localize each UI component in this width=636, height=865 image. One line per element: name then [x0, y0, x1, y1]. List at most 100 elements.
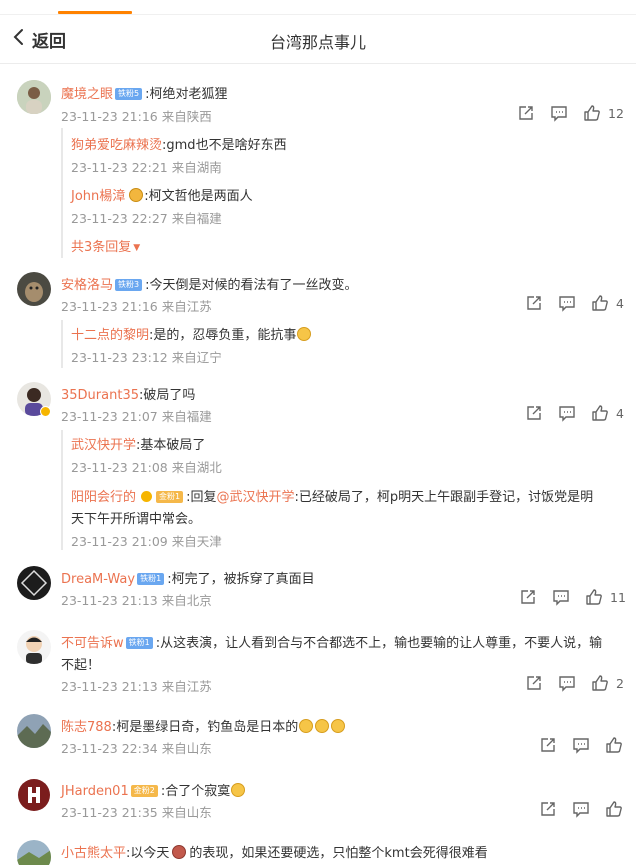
reply-username[interactable]: 武汉快开学: [71, 438, 136, 453]
comment-text: :柯是墨绿日奇，钓鱼岛是日本的: [111, 720, 299, 735]
share-icon[interactable]: [519, 588, 537, 606]
reply-text: :是的，忍辱负重，能抗事: [149, 328, 297, 343]
verified-icon: [40, 406, 51, 417]
comment-username[interactable]: 魔境之眼: [61, 87, 113, 102]
avatar[interactable]: [17, 566, 51, 600]
comment-icon[interactable]: [558, 674, 576, 692]
like-icon[interactable]: [591, 294, 609, 312]
comment-text: :今天倒是对候的看法有了一丝改变。: [145, 278, 358, 293]
reply-text: :已经破局了，柯p明天上午跟副手登记，讨饭党是明: [294, 490, 594, 505]
page-title: 台湾那点事儿: [269, 33, 366, 52]
reply-item: 十二点的黎明:是的，忍辱负重，能抗事: [71, 324, 312, 343]
crown-emoji-icon: [129, 188, 144, 202]
fan-badge: 铁粉3: [115, 279, 143, 291]
share-icon[interactable]: [539, 736, 557, 754]
comment-text: :以今天: [126, 846, 170, 861]
comment-username[interactable]: JHarden01: [61, 784, 129, 799]
avatar[interactable]: [17, 778, 51, 812]
avatar[interactable]: [17, 630, 51, 664]
comment-meta: 23-11-23 21:13 来自北京: [61, 593, 212, 608]
like-icon[interactable]: [583, 104, 601, 122]
fan-badge: 铁粉5: [115, 88, 143, 100]
more-replies-link[interactable]: 共3条回复 ▼: [71, 236, 140, 255]
reply-username[interactable]: 狗弟爱吃麻辣烫: [71, 138, 162, 153]
like-icon[interactable]: [591, 674, 609, 692]
share-icon[interactable]: [517, 104, 535, 122]
comment-meta: 23-11-23 21:07 来自福建: [61, 409, 212, 424]
avatar[interactable]: [17, 714, 51, 748]
reply-text-line2: 天下午开所谓中常会。: [71, 512, 202, 527]
laugh-emoji-icon: [331, 719, 346, 733]
laugh-emoji-icon: [299, 719, 314, 733]
like-count: 4: [616, 295, 624, 311]
reply-username[interactable]: 阳阳会行的: [71, 490, 136, 505]
reply-meta: 23-11-23 22:21 来自湖南: [71, 160, 222, 175]
like-icon[interactable]: [591, 404, 609, 422]
comment-icon[interactable]: [572, 800, 590, 818]
mention-link[interactable]: @武汉快开学: [217, 490, 295, 505]
reply-text: :gmd也不是啥好东西: [162, 138, 287, 153]
avatar[interactable]: [17, 80, 51, 114]
laugh-emoji-icon: [231, 783, 246, 797]
reply-item: 武汉快开学:基本破局了: [71, 434, 205, 453]
comment-meta: 23-11-23 21:16 来自陕西: [61, 109, 212, 124]
comment-icon[interactable]: [550, 104, 568, 122]
share-icon[interactable]: [525, 674, 543, 692]
reply-meta: 23-11-23 21:09 来自天津: [71, 534, 222, 549]
reply-item: 阳阳会行的 金粉1:回复@武汉快开学:已经破局了，柯p明天上午跟副手登记，讨饭党是…: [71, 486, 593, 505]
like-count: 11: [610, 589, 626, 605]
reply-username[interactable]: John楊漳: [71, 189, 125, 204]
reply-divider: [61, 128, 63, 258]
reply-item: 狗弟爱吃麻辣烫:gmd也不是啥好东西: [71, 134, 287, 153]
reply-prefix: :回复: [186, 490, 217, 505]
like-count: 12: [608, 105, 624, 121]
comment-meta: 23-11-23 21:35 来自山东: [61, 805, 212, 820]
comment-username[interactable]: 35Durant35: [61, 388, 139, 403]
comment-text-cont: 的表现，如果还要硬选，只怕整个kmt会死得很难看: [189, 846, 488, 861]
comment-text: :从这表演，让人看到合与不合都选不上，输也要输的让人尊重，不要人说，输: [155, 636, 603, 651]
laugh-emoji-icon: [315, 719, 330, 733]
share-icon[interactable]: [525, 294, 543, 312]
reply-meta: 23-11-23 23:12 来自辽宁: [71, 350, 222, 365]
share-icon[interactable]: [525, 404, 543, 422]
comment-username[interactable]: DreaM-Way: [61, 572, 135, 587]
fan-badge: 金粉2: [130, 785, 158, 797]
like-icon[interactable]: [605, 800, 623, 818]
avatar[interactable]: [17, 840, 51, 865]
share-icon[interactable]: [539, 800, 557, 818]
nav-header: 返回 台湾那点事儿: [0, 14, 636, 64]
comment-username[interactable]: 陈志788: [61, 720, 112, 735]
reply-text-continued: 天下午开所谓中常会。: [71, 508, 201, 527]
top-tab-strip: [0, 0, 636, 14]
fan-badge: 铁粉1: [137, 573, 165, 585]
more-replies-label: 共3条回复: [71, 240, 132, 255]
avatar[interactable]: [17, 272, 51, 306]
comment-text: :破局了吗: [138, 388, 196, 403]
comment-username[interactable]: 小古熊太平: [61, 846, 126, 861]
comment-icon[interactable]: [552, 588, 570, 606]
reply-meta: 23-11-23 22:27 来自福建: [71, 211, 222, 226]
reply-username[interactable]: 十二点的黎明: [71, 328, 149, 343]
pig-emoji-icon: [172, 845, 187, 859]
like-count: 2: [616, 675, 624, 691]
reply-divider: [61, 320, 63, 368]
caret-down-icon: ▼: [133, 243, 141, 253]
verified-icon: [141, 491, 153, 502]
fan-badge: 铁粉1: [125, 637, 153, 649]
like-icon[interactable]: [605, 736, 623, 754]
comment-meta: 23-11-23 21:13 来自江苏: [61, 679, 212, 694]
comment-icon[interactable]: [558, 294, 576, 312]
reply-text: :基本破局了: [136, 438, 206, 453]
reply-text: :柯文哲他是两面人: [144, 189, 253, 204]
comment-icon[interactable]: [572, 736, 590, 754]
comment-username[interactable]: 安格洛马: [61, 278, 113, 293]
comment-text: :柯完了，被拆穿了真面目: [167, 572, 315, 587]
reply-item: John楊漳 :柯文哲他是两面人: [71, 185, 253, 204]
comment-icon[interactable]: [558, 404, 576, 422]
like-icon[interactable]: [585, 588, 603, 606]
comment-username[interactable]: 不可告诉w: [61, 636, 124, 651]
smile-emoji-icon: [297, 327, 312, 341]
comment-text: :柯绝对老狐狸: [145, 87, 228, 102]
comment-text: :合了个寂寞: [160, 784, 231, 799]
like-count: 4: [616, 405, 624, 421]
